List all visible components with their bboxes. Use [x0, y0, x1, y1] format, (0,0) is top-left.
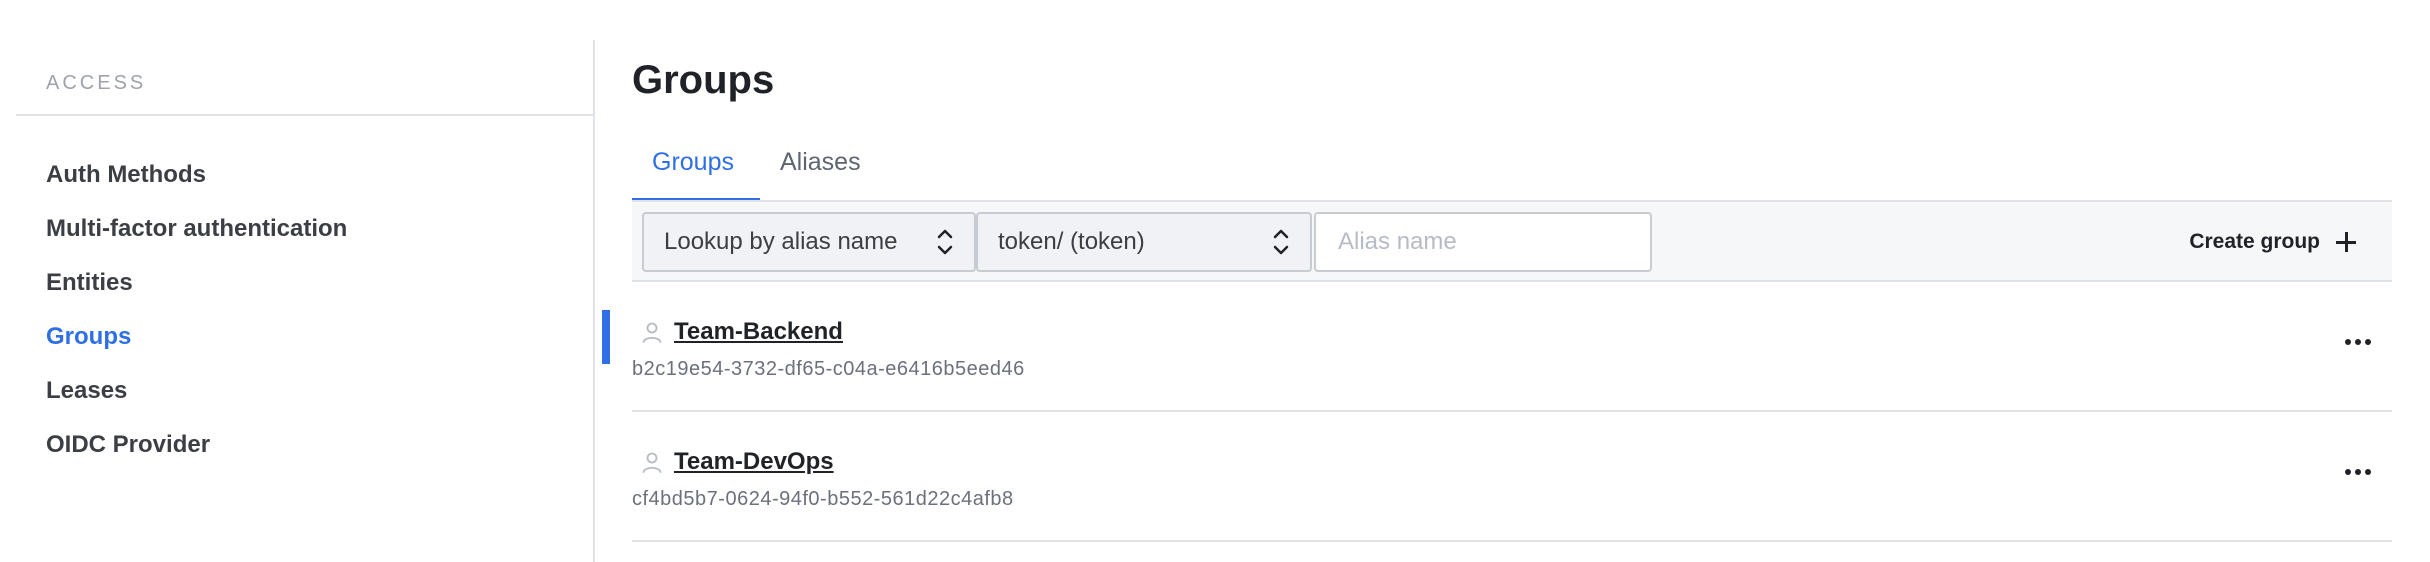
lookup-type-select-value: Lookup by alias name [664, 228, 898, 255]
list-item-header: Team-DevOps [640, 448, 834, 476]
create-group-button[interactable]: Create group [2189, 222, 2356, 262]
more-horizontal-icon[interactable] [2340, 330, 2376, 354]
sidebar-item-leases[interactable]: Leases [16, 364, 594, 418]
sidebar-heading: ACCESS [46, 72, 147, 94]
chevron-up-down-icon [1273, 229, 1289, 255]
user-icon [642, 452, 662, 473]
auth-mount-select[interactable]: token/ (token) [976, 212, 1312, 272]
user-icon [642, 322, 662, 343]
sidebar-main-divider [593, 40, 595, 562]
page-title: Groups [632, 58, 775, 102]
sidebar-item-entities[interactable]: Entities [16, 256, 594, 310]
tab-groups[interactable]: Groups [632, 140, 760, 202]
toolbar: Lookup by alias name token/ (token) Crea… [632, 200, 2392, 282]
tab-aliases[interactable]: Aliases [780, 140, 890, 202]
group-name-link[interactable]: Team-DevOps [674, 448, 834, 476]
lookup-type-select[interactable]: Lookup by alias name [642, 212, 976, 272]
main-content: Groups Groups Aliases Lookup by alias na… [632, 0, 2430, 562]
group-name-link[interactable]: Team-Backend [674, 318, 843, 346]
create-group-label: Create group [2189, 230, 2320, 253]
list-item-header: Team-Backend [640, 318, 843, 346]
plus-icon [2336, 232, 2356, 252]
more-horizontal-icon[interactable] [2340, 460, 2376, 484]
auth-mount-select-value: token/ (token) [998, 228, 1145, 255]
list-item[interactable]: Team-Backend b2c19e54-3732-df65-c04a-e64… [632, 282, 2392, 412]
sidebar-divider [16, 114, 594, 116]
sidebar-item-oidc-provider[interactable]: OIDC Provider [16, 418, 594, 472]
group-list: Team-Backend b2c19e54-3732-df65-c04a-e64… [632, 282, 2392, 542]
list-item[interactable]: Team-DevOps cf4bd5b7-0624-94f0-b552-561d… [632, 412, 2392, 542]
chevron-up-down-icon [937, 229, 953, 255]
group-id: b2c19e54-3732-df65-c04a-e6416b5eed46 [632, 358, 1025, 380]
sidebar-item-groups[interactable]: Groups [16, 310, 610, 364]
alias-name-input[interactable] [1314, 212, 1652, 272]
group-id: cf4bd5b7-0624-94f0-b552-561d22c4afb8 [632, 488, 1014, 510]
sidebar-item-auth-methods[interactable]: Auth Methods [16, 148, 594, 202]
vault-access-page: ACCESS Auth Methods Multi-factor authent… [0, 0, 2430, 562]
sidebar-item-mfa[interactable]: Multi-factor authentication [16, 202, 594, 256]
sidebar: ACCESS Auth Methods Multi-factor authent… [16, 40, 610, 562]
sidebar-list: Auth Methods Multi-factor authentication… [16, 148, 610, 472]
tab-bar: Groups Aliases [632, 140, 2392, 202]
